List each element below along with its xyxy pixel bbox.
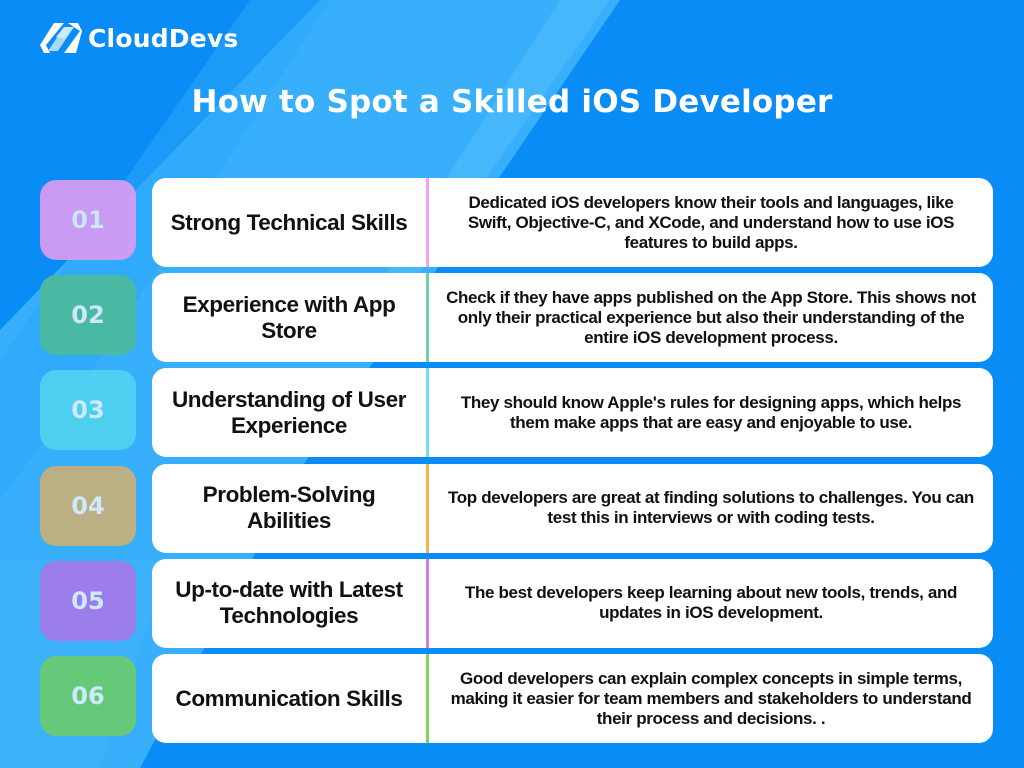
list-item: 06 Communication Skills Good developers … xyxy=(40,654,993,743)
item-title: Communication Skills xyxy=(175,685,403,711)
brand-logo[interactable]: CloudDevs xyxy=(40,18,238,58)
item-title: Strong Technical Skills xyxy=(170,209,408,235)
page-title: How to Spot a Skilled iOS Developer xyxy=(191,84,833,120)
list-item: 03 Understanding of User Experience They… xyxy=(40,368,993,458)
list-item: 05 Up-to-date with Latest Technologies T… xyxy=(40,558,993,648)
number-badge: 03 xyxy=(40,370,136,451)
item-title: Understanding of User Experience xyxy=(171,386,407,438)
list-item: 01 Strong Technical Skills Dedicated iOS… xyxy=(40,178,993,267)
item-card: Problem-Solving Abilities Top developers… xyxy=(152,463,993,553)
item-description: Dedicated iOS developers know their tool… xyxy=(467,192,955,252)
item-title: Problem-Solving Abilities xyxy=(202,482,376,534)
number-badge: 06 xyxy=(40,656,136,736)
item-card: Communication Skills Good developers can… xyxy=(152,654,993,743)
list-item: 04 Problem-Solving Abilities Top develop… xyxy=(40,463,993,553)
item-description: Good developers can explain complex conc… xyxy=(450,668,972,728)
brand-name: CloudDevs xyxy=(88,23,239,53)
number-badge: 02 xyxy=(40,275,136,356)
number-badge: 01 xyxy=(40,180,136,260)
item-card: Strong Technical Skills Dedicated iOS de… xyxy=(152,178,993,267)
item-title: Experience with App Store xyxy=(182,291,396,343)
item-description: The best developers keep learning about … xyxy=(464,583,958,623)
item-title: Up-to-date with Latest Technologies xyxy=(175,577,403,629)
number-badge: 05 xyxy=(40,560,136,641)
item-description: Check if they have apps published on the… xyxy=(446,287,976,347)
item-description: Top developers are great at finding solu… xyxy=(448,488,974,528)
clouddevs-logo-icon xyxy=(40,23,82,53)
item-description: They should know Apple's rules for desig… xyxy=(460,392,962,432)
item-card: Experience with App Store Check if they … xyxy=(152,273,993,363)
number-badge: 04 xyxy=(40,465,136,546)
list-item: 02 Experience with App Store Check if th… xyxy=(40,273,993,363)
item-card: Up-to-date with Latest Technologies The … xyxy=(152,558,993,648)
item-card: Understanding of User Experience They sh… xyxy=(152,368,993,458)
